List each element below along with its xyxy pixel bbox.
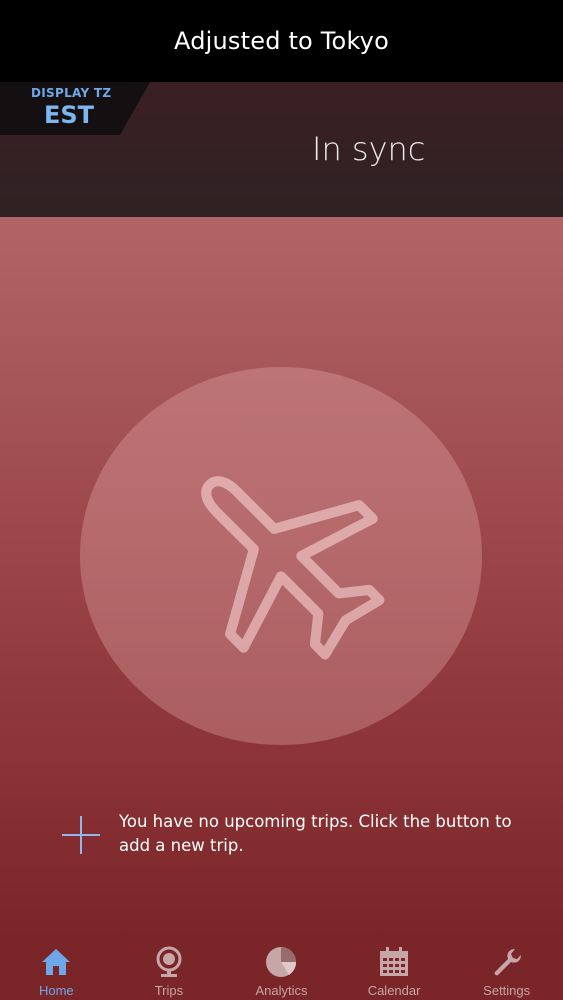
tab-calendar-label: Calendar <box>367 983 421 998</box>
pie-chart-icon <box>264 945 298 979</box>
wrench-icon <box>490 945 524 979</box>
tab-trips-label: Trips <box>154 983 184 998</box>
airplane-icon <box>201 476 385 660</box>
tab-settings[interactable]: Settings <box>450 940 563 1000</box>
home-icon <box>39 945 73 979</box>
tab-analytics[interactable]: Analytics <box>225 940 338 1000</box>
home-main: You have no upcoming trips. Click the bu… <box>0 217 563 940</box>
tab-calendar[interactable]: Calendar <box>338 940 451 1000</box>
empty-trips-row: You have no upcoming trips. Click the bu… <box>60 810 540 870</box>
tab-analytics-label: Analytics <box>255 983 308 998</box>
tab-bar: Home Trips Analytics Calendar Settings <box>0 940 563 1000</box>
empty-trips-message: You have no upcoming trips. Click the bu… <box>119 812 512 855</box>
empty-trips-illustration <box>80 367 482 745</box>
tab-home[interactable]: Home <box>0 940 113 1000</box>
calendar-icon <box>377 945 411 979</box>
tab-home-label: Home <box>38 983 74 998</box>
add-trip-button[interactable] <box>60 814 102 856</box>
tab-settings-label: Settings <box>483 983 531 998</box>
status-banner: Adjusted to Tokyo <box>0 0 563 82</box>
globe-icon <box>152 945 186 979</box>
display-tz-label: DISPLAY TZ <box>31 86 112 100</box>
status-banner-title: Adjusted to Tokyo <box>174 27 389 55</box>
tab-trips[interactable]: Trips <box>113 940 226 1000</box>
display-tz-value[interactable]: EST <box>44 101 94 129</box>
sync-status: In sync <box>312 130 426 168</box>
sync-header: DISPLAY TZ EST In sync <box>0 82 563 217</box>
